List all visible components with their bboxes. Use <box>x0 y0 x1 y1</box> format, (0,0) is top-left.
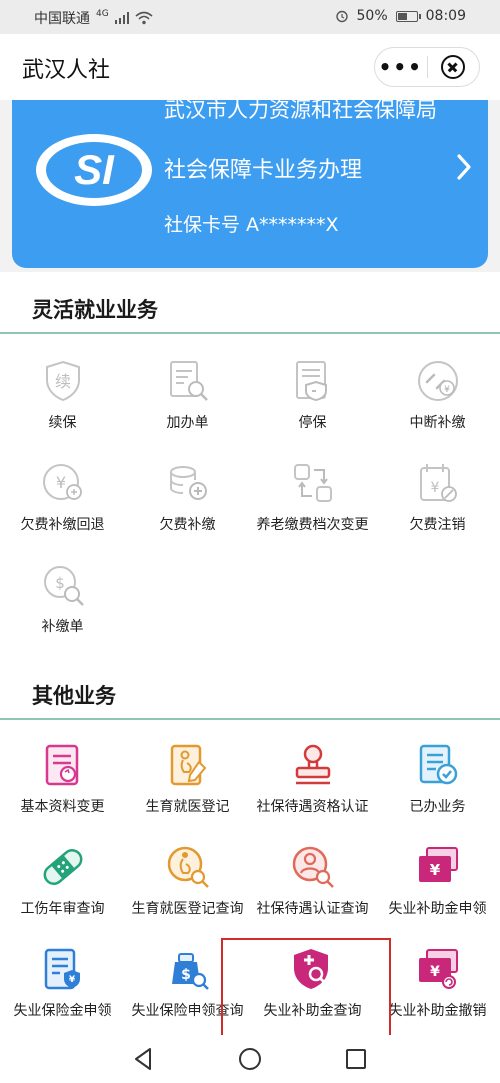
person-search-icon <box>292 846 334 888</box>
svg-text:续: 续 <box>55 372 71 391</box>
service-item-label: 失业补助金撤销 <box>388 1003 487 1019</box>
service-item-label: 加办单 <box>166 415 209 431</box>
broken-chain-yuan-icon: ¥ <box>418 361 458 401</box>
service-item-pension-level[interactable]: 养老缴费档次变更 <box>250 452 375 554</box>
svg-text:¥: ¥ <box>431 480 440 496</box>
service-item-label: 生育就医登记 <box>145 799 230 815</box>
yuan-cards-icon: ¥ <box>419 847 458 882</box>
signal-icon <box>114 12 129 24</box>
wifi-icon <box>135 11 153 25</box>
network-label: 4G <box>96 9 109 19</box>
title-bar: 武汉人社 ••• <box>0 34 500 100</box>
bandage-icon <box>43 849 83 885</box>
svg-text:¥: ¥ <box>430 964 440 980</box>
status-bar: 中国联通 4G 50% 08:09 <box>0 0 500 34</box>
svg-text:$: $ <box>55 574 65 592</box>
renew-shield-icon: 续 <box>46 360 80 402</box>
battery-icon <box>395 10 421 22</box>
service-item-label: 养老缴费档次变更 <box>256 517 369 533</box>
svg-text:¥: ¥ <box>430 861 441 879</box>
battery-percent: 50% <box>356 8 388 24</box>
stamp-icon <box>295 744 331 785</box>
service-item-maternity-register[interactable]: 生育就医登记 <box>125 734 250 836</box>
mini-program-capsule: ••• <box>374 47 480 87</box>
service-item-qualification-cert[interactable]: 社保待遇资格认证 <box>250 734 375 836</box>
switch-arrows-icon <box>294 464 332 502</box>
svg-text:SI: SI <box>74 146 115 193</box>
section-title-flexible: 灵活就业业务 <box>32 298 158 322</box>
service-item-label: 基本资料变更 <box>20 799 105 815</box>
carrier-label: 中国联通 <box>34 11 90 27</box>
chevron-right-icon <box>457 154 471 180</box>
svg-text:$: $ <box>181 967 191 983</box>
pregnancy-pen-icon <box>170 744 207 786</box>
card-org-name: 武汉市人力资源和社会保障局 <box>164 100 437 122</box>
doc-check-icon <box>419 744 458 785</box>
page-title: 武汉人社 <box>22 58 111 83</box>
yuan-form-icon: ¥ <box>44 948 80 990</box>
close-icon <box>441 55 466 79</box>
service-item-label: 失业保险金申领 <box>13 1003 112 1019</box>
service-item-label: 欠费补缴回退 <box>20 517 105 533</box>
service-item-label: 欠费补缴 <box>159 517 216 533</box>
social-security-card[interactable]: SI 武汉市人力资源和社会保障局 社会保障卡业务办理 社保卡号 A*******… <box>12 100 488 268</box>
card-service-title: 社会保障卡业务办理 <box>164 158 363 183</box>
service-item-injury-review[interactable]: 工伤年审查询 <box>0 836 125 938</box>
pregnancy-search-icon <box>167 846 209 888</box>
service-item-arrears-refund[interactable]: ¥ 欠费补缴回退 <box>0 452 125 554</box>
service-item-label: 中断补缴 <box>409 415 466 431</box>
close-button[interactable] <box>427 55 479 79</box>
recents-icon[interactable] <box>340 1043 372 1075</box>
service-item-add-form[interactable]: 加办单 <box>125 350 250 452</box>
alarm-icon <box>335 10 348 23</box>
back-icon[interactable] <box>128 1043 160 1075</box>
yuan-refund-icon: ¥ <box>43 464 82 500</box>
form-search-icon <box>170 361 208 401</box>
service-item-arrears-pay[interactable]: 欠费补缴 <box>125 452 250 554</box>
clock: 08:09 <box>425 8 466 24</box>
svg-text:¥: ¥ <box>69 975 76 985</box>
service-item-label: 社保待遇资格认证 <box>256 799 369 815</box>
service-item-label: 续保 <box>48 415 77 431</box>
highlight-box <box>221 938 391 1038</box>
home-icon[interactable] <box>234 1043 266 1075</box>
service-item-supplement-form[interactable]: $ 补缴单 <box>0 554 125 656</box>
stop-insurance-doc-icon <box>296 361 327 402</box>
service-item-interrupt-pay[interactable]: ¥ 中断补缴 <box>375 350 500 452</box>
service-item-insurance-apply[interactable]: ¥ 失业保险金申领 <box>0 938 125 1040</box>
card-number: 社保卡号 A*******X <box>164 214 339 236</box>
calendar-yuan-cancel-icon: ¥ <box>420 464 457 502</box>
service-item-label: 失业补助金申领 <box>388 901 487 917</box>
section-divider <box>0 718 500 720</box>
money-bag-search-icon: $ <box>172 953 209 990</box>
si-logo-icon: SI <box>36 134 152 206</box>
service-item-cert-query[interactable]: 社保待遇认证查询 <box>250 836 375 938</box>
service-item-renew[interactable]: 续 续保 <box>0 350 125 452</box>
profile-refresh-icon <box>45 744 79 786</box>
service-item-label: 补缴单 <box>41 619 84 635</box>
dollar-search-icon: $ <box>44 566 84 606</box>
service-item-stop[interactable]: 停保 <box>250 350 375 452</box>
coins-add-icon <box>170 466 207 500</box>
service-item-arrears-cancel[interactable]: ¥ 欠费注销 <box>375 452 500 554</box>
yuan-cards-undo-icon: ¥ <box>419 949 458 989</box>
service-item-label: 欠费注销 <box>409 517 466 533</box>
service-item-label: 停保 <box>298 415 327 431</box>
service-item-label: 已办业务 <box>409 799 466 815</box>
service-item-profile-change[interactable]: 基本资料变更 <box>0 734 125 836</box>
service-item-label: 工伤年审查询 <box>20 901 105 917</box>
service-item-label: 社保待遇认证查询 <box>256 901 369 917</box>
section-divider <box>0 332 500 334</box>
service-item-subsidy-cancel[interactable]: ¥ 失业补助金撤销 <box>375 938 500 1040</box>
svg-text:¥: ¥ <box>56 473 66 492</box>
service-item-subsidy-apply[interactable]: ¥ 失业补助金申领 <box>375 836 500 938</box>
service-item-label: 生育就医登记查询 <box>131 901 244 917</box>
service-item-done-business[interactable]: 已办业务 <box>375 734 500 836</box>
service-item-maternity-query[interactable]: 生育就医登记查询 <box>125 836 250 938</box>
system-nav-bar <box>0 1035 500 1083</box>
section-title-other: 其他业务 <box>32 684 116 708</box>
svg-text:¥: ¥ <box>444 385 450 395</box>
more-button[interactable]: ••• <box>375 55 427 79</box>
